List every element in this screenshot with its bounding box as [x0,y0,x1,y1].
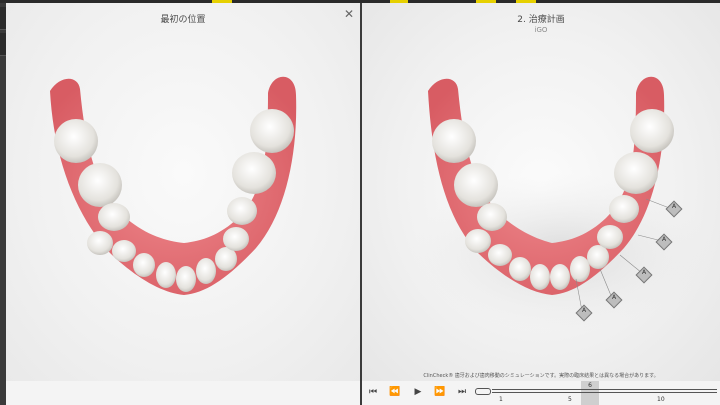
current-stage-highlight: 6 [581,381,599,405]
skip-to-end-icon[interactable]: ⏭ [455,385,469,399]
tooth [112,240,136,262]
lower-arch-planned [412,76,712,333]
attachment-label: A [611,294,617,301]
tooth [465,229,491,253]
tooth [250,109,294,153]
step-back-icon[interactable]: ⏪ [388,385,402,399]
simulation-disclaimer: ClinCheck® 歯牙および歯肉移動のシミュレーションです。実際の臨床結果と… [423,373,659,379]
attachment-label: A [581,307,587,314]
tooth [133,253,155,277]
tooth [87,231,113,255]
current-stage-label: 6 [588,382,592,389]
tooth [630,109,674,153]
tooth [454,163,498,207]
tooth [530,264,550,290]
tooth [587,245,609,269]
tooth [550,264,570,290]
lower-arch-initial [50,76,297,295]
stage-start-marker[interactable] [475,388,491,395]
tooth [176,266,196,292]
skip-to-start-icon[interactable]: ⏮ [366,385,380,399]
tooth [98,203,130,231]
stage-label: 1 [499,396,503,403]
tooth [488,244,512,266]
attachment-label: A [661,236,667,243]
tooth [196,258,216,284]
tooth [78,163,122,207]
stage-timeline[interactable]: 6 1 5 10 [475,381,720,405]
playback-bar: ⏮ ⏪ ▶ ⏩ ⏭ 6 1 5 10 [362,381,720,405]
tooth [227,197,257,225]
tooth [156,262,176,288]
step-forward-icon[interactable]: ⏩ [433,385,447,399]
attachment-label: A [641,269,647,276]
tooth [432,119,476,163]
tooth [609,195,639,223]
tooth [509,257,531,281]
tooth [477,203,507,231]
treatment-plan-view[interactable]: 2. 治療計画 iGO A A A A A ClinCheck® 歯牙および歯肉… [362,3,720,381]
tooth [54,119,98,163]
left-bottom-bar [6,381,360,405]
stage-track [492,392,717,393]
tooth [570,256,590,282]
tooth [232,152,276,194]
tooth [223,227,249,251]
stage-track [492,389,717,390]
stage-label: 10 [657,396,665,403]
stage-label: 5 [568,396,572,403]
play-icon[interactable]: ▶ [411,385,425,399]
tooth [597,225,623,249]
tooth [614,152,658,194]
initial-position-view[interactable]: 最初の位置 ✕ [6,3,360,381]
attachment-label: A [671,203,677,210]
